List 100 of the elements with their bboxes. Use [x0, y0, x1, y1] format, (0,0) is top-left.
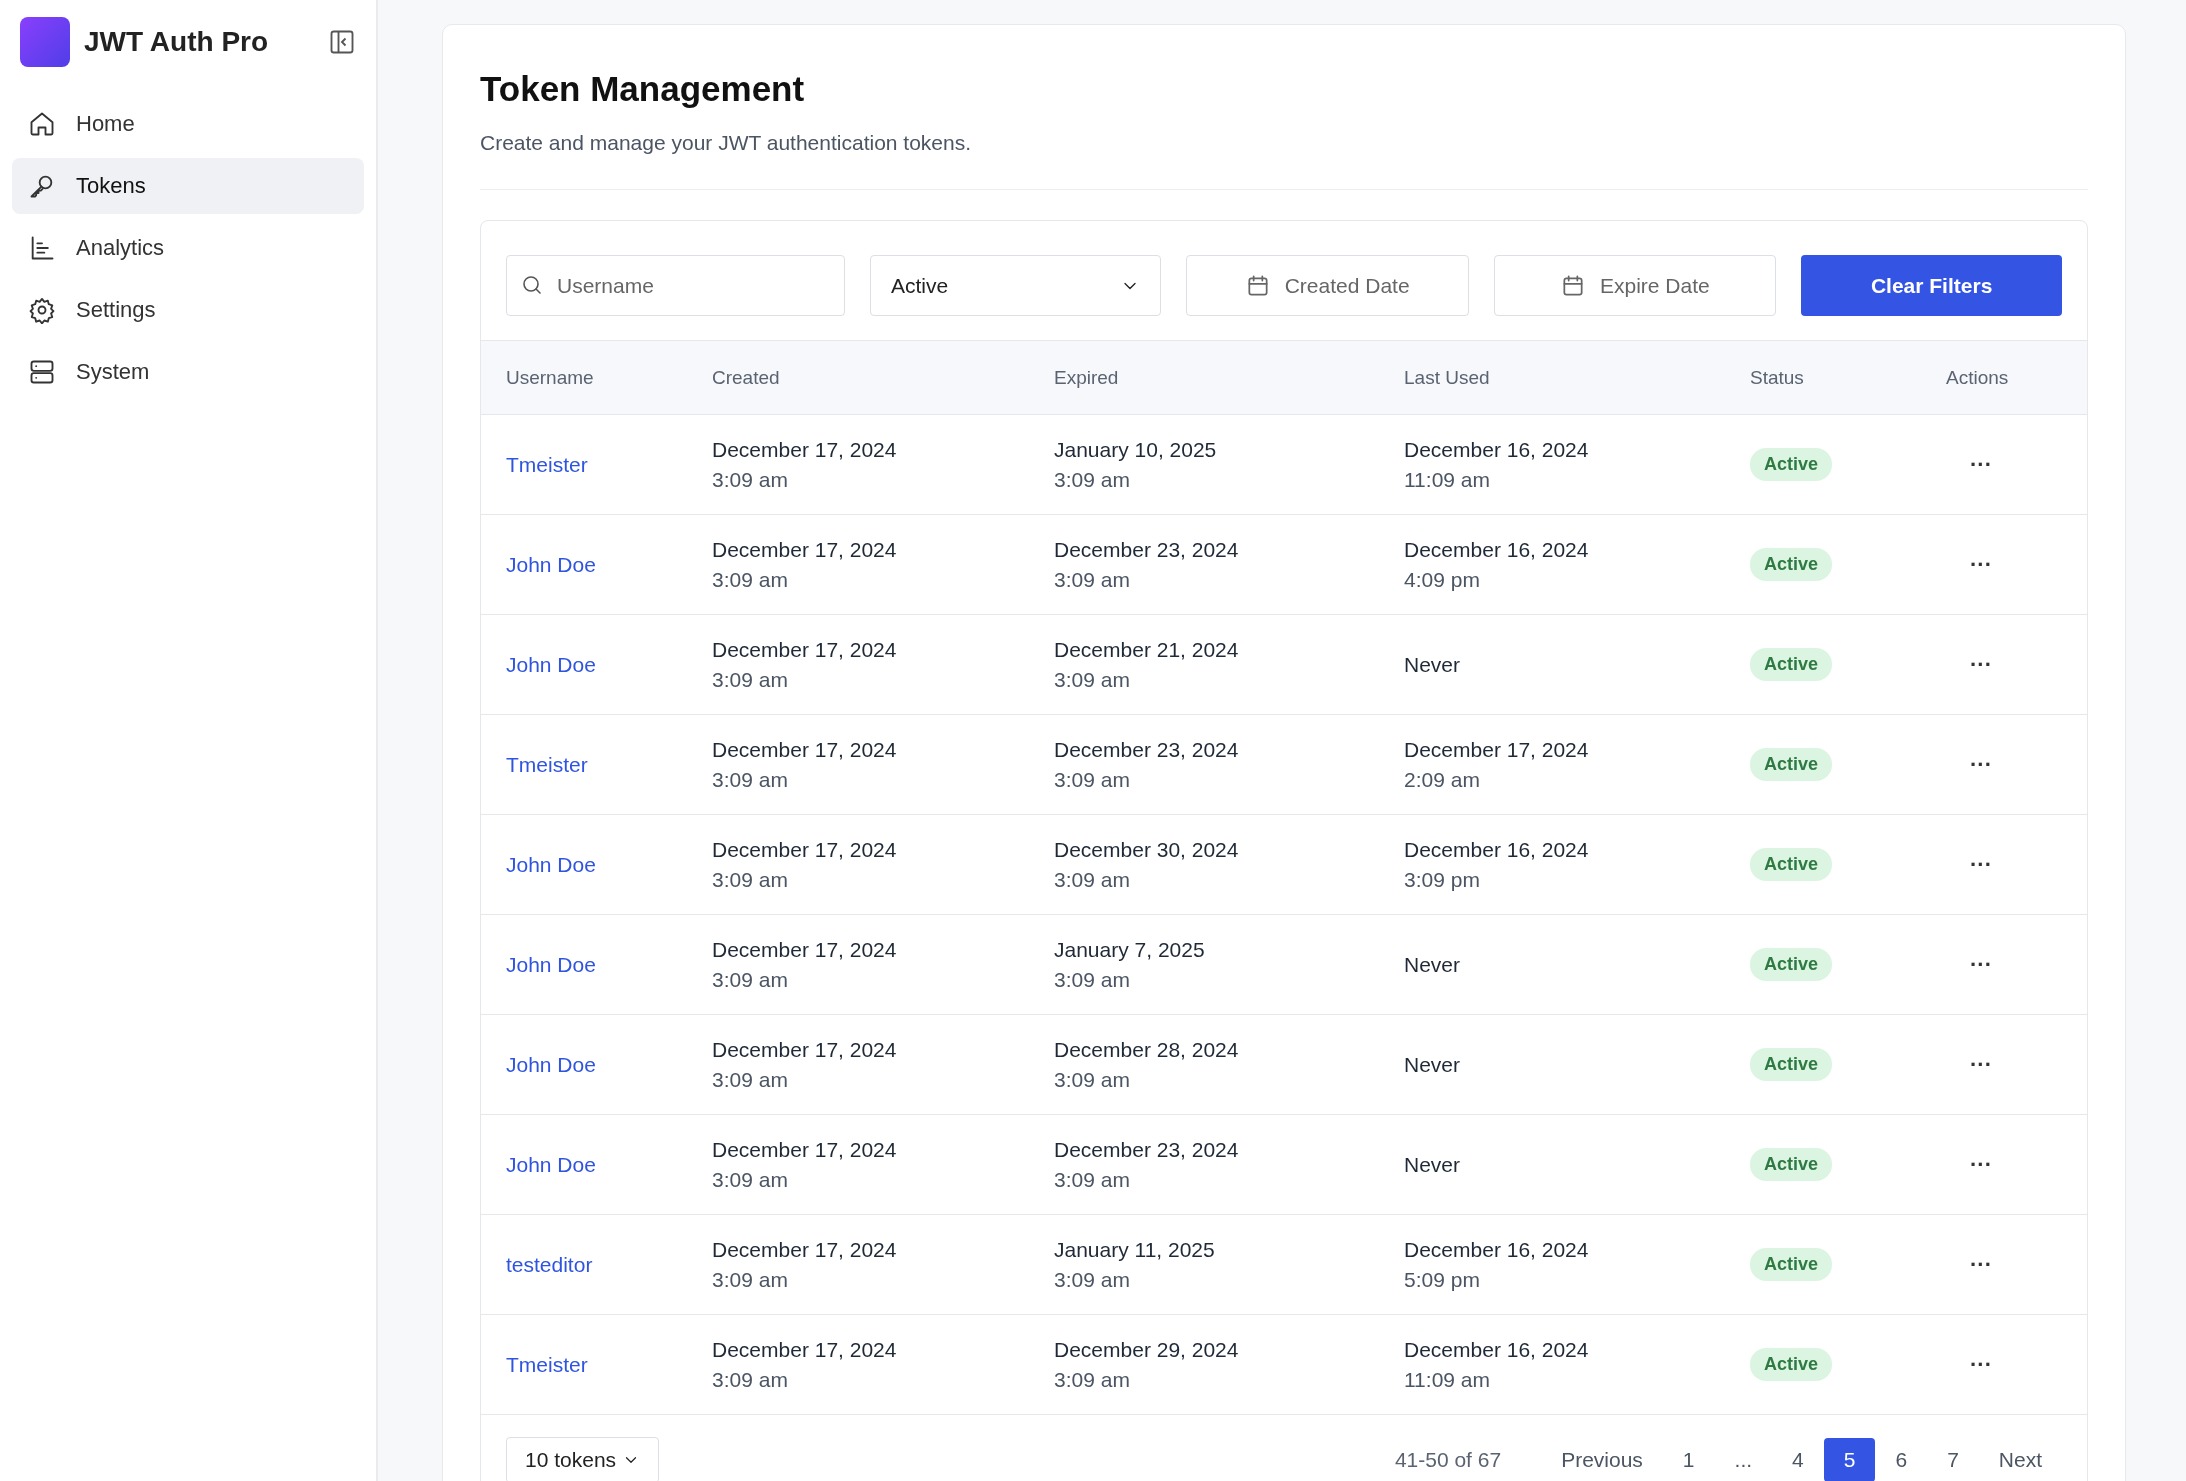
date-text: December 16, 2024 — [1404, 1337, 1590, 1362]
status-dropdown[interactable]: Active — [870, 255, 1161, 316]
date-text: December 17, 2024 — [712, 737, 898, 762]
time-text: 3:09 am — [1054, 567, 1131, 592]
app-name: JWT Auth Pro — [84, 26, 270, 58]
more-actions-button[interactable]: ··· — [1966, 451, 1996, 478]
time-text: 3:09 am — [712, 767, 789, 792]
clear-filters-button[interactable]: Clear Filters — [1801, 255, 2062, 316]
date-text: December 23, 2024 — [1054, 537, 1240, 562]
status-badge: Active — [1750, 1348, 1833, 1381]
date-text: December 17, 2024 — [712, 1337, 898, 1362]
calendar-icon — [1560, 272, 1586, 299]
time-text: 3:09 am — [1054, 667, 1131, 692]
column-header: Status — [1750, 366, 1805, 389]
expire-date-field[interactable]: Expire Date — [1493, 255, 1777, 316]
more-actions-button[interactable]: ··· — [1966, 1151, 1996, 1178]
more-actions-button[interactable]: ··· — [1966, 751, 1996, 778]
time-text: 3:09 am — [1054, 767, 1131, 792]
date-text: December 17, 2024 — [712, 1037, 898, 1062]
time-text: 11:09 am — [1404, 1367, 1491, 1392]
time-text: 3:09 am — [1054, 1167, 1131, 1192]
username-link[interactable]: Tmeister — [506, 752, 712, 777]
time-text: 3:09 am — [1054, 1267, 1131, 1292]
page-title: Token Management — [480, 69, 806, 109]
sidebar-item[interactable]: Tokens — [12, 158, 364, 214]
more-actions-button[interactable]: ··· — [1966, 1351, 1996, 1378]
date-text: Never — [1404, 1152, 1462, 1177]
date-text: January 11, 2025 — [1054, 1237, 1216, 1262]
previous-button[interactable]: Previous — [1541, 1438, 1663, 1481]
username-link[interactable]: John Doe — [506, 852, 712, 877]
page-button[interactable]: 5 — [1823, 1438, 1876, 1481]
username-link[interactable]: John Doe — [506, 952, 712, 977]
username-link[interactable]: John Doe — [506, 652, 712, 677]
date-text: December 21, 2024 — [1054, 637, 1240, 662]
time-text: 3:09 am — [712, 1167, 789, 1192]
page-button[interactable]: 1 — [1662, 1438, 1715, 1481]
username-link[interactable]: testeditor — [506, 1252, 712, 1277]
time-text: 3:09 am — [712, 667, 789, 692]
date-text: December 16, 2024 — [1404, 837, 1590, 862]
page-button[interactable]: 7 — [1927, 1438, 1979, 1481]
time-text: 4:09 pm — [1404, 567, 1481, 592]
next-button[interactable]: Next — [1978, 1438, 2062, 1481]
status-badge: Active — [1750, 948, 1833, 981]
column-header: Username — [506, 366, 595, 389]
date-text: December 28, 2024 — [1054, 1037, 1240, 1062]
date-text: December 16, 2024 — [1404, 537, 1590, 562]
time-text: 3:09 am — [712, 1367, 789, 1392]
date-text: December 17, 2024 — [712, 1237, 898, 1262]
status-badge: Active — [1750, 548, 1833, 581]
time-text: 3:09 am — [1054, 1067, 1131, 1092]
column-header: Actions — [1946, 366, 2010, 389]
username-link[interactable]: John Doe — [506, 1152, 712, 1177]
created-date-field[interactable]: Created Date — [1185, 255, 1469, 316]
date-text: Never — [1404, 952, 1462, 977]
status-badge: Active — [1750, 848, 1833, 881]
page-size-dropdown[interactable]: 10 tokens — [506, 1437, 660, 1481]
server-icon — [28, 358, 56, 386]
time-text: 3:09 am — [712, 567, 789, 592]
date-text: December 30, 2024 — [1054, 837, 1240, 862]
time-text: 3:09 am — [1054, 967, 1131, 992]
sidebar-item[interactable]: System — [12, 344, 364, 400]
date-text: December 17, 2024 — [712, 537, 898, 562]
time-text: 5:09 pm — [1404, 1267, 1481, 1292]
status-badge: Active — [1750, 1248, 1833, 1281]
username-link[interactable]: John Doe — [506, 552, 712, 577]
page-button[interactable]: 6 — [1875, 1438, 1928, 1481]
date-text: December 17, 2024 — [712, 1137, 898, 1162]
search-field[interactable]: Username — [506, 255, 845, 316]
date-text: December 16, 2024 — [1404, 1237, 1590, 1262]
page-button[interactable]: ... — [1714, 1438, 1773, 1481]
more-actions-button[interactable]: ··· — [1966, 1051, 1996, 1078]
time-text: 3:09 am — [1054, 1367, 1131, 1392]
status-badge: Active — [1750, 748, 1833, 781]
time-text: 11:09 am — [1404, 467, 1491, 492]
page-button[interactable]: 4 — [1772, 1438, 1824, 1481]
username-link[interactable]: Tmeister — [506, 452, 712, 477]
more-actions-button[interactable]: ··· — [1966, 551, 1996, 578]
more-actions-button[interactable]: ··· — [1966, 951, 1996, 978]
more-actions-button[interactable]: ··· — [1966, 1251, 1996, 1278]
app-logo — [20, 17, 70, 67]
date-text: December 29, 2024 — [1054, 1337, 1240, 1362]
column-header: Expired — [1054, 366, 1120, 389]
time-text: 3:09 am — [712, 467, 789, 492]
sidebar-toggle-icon[interactable] — [328, 28, 356, 56]
time-text: 3:09 am — [712, 867, 789, 892]
username-link[interactable]: Tmeister — [506, 1352, 712, 1377]
status-badge: Active — [1750, 648, 1833, 681]
time-text: 2:09 am — [1404, 767, 1481, 792]
sidebar-item[interactable]: Analytics — [12, 220, 364, 276]
date-text: Never — [1404, 1052, 1462, 1077]
date-text: December 23, 2024 — [1054, 1137, 1240, 1162]
status-badge: Active — [1750, 448, 1833, 481]
more-actions-button[interactable]: ··· — [1966, 651, 1996, 678]
sidebar-item[interactable]: Settings — [12, 282, 364, 338]
more-actions-button[interactable]: ··· — [1966, 851, 1996, 878]
sidebar-item[interactable]: Home — [12, 96, 364, 152]
date-text: Never — [1404, 652, 1462, 677]
time-text: 3:09 am — [1054, 467, 1131, 492]
column-header: Last Used — [1404, 366, 1491, 389]
username-link[interactable]: John Doe — [506, 1052, 712, 1077]
